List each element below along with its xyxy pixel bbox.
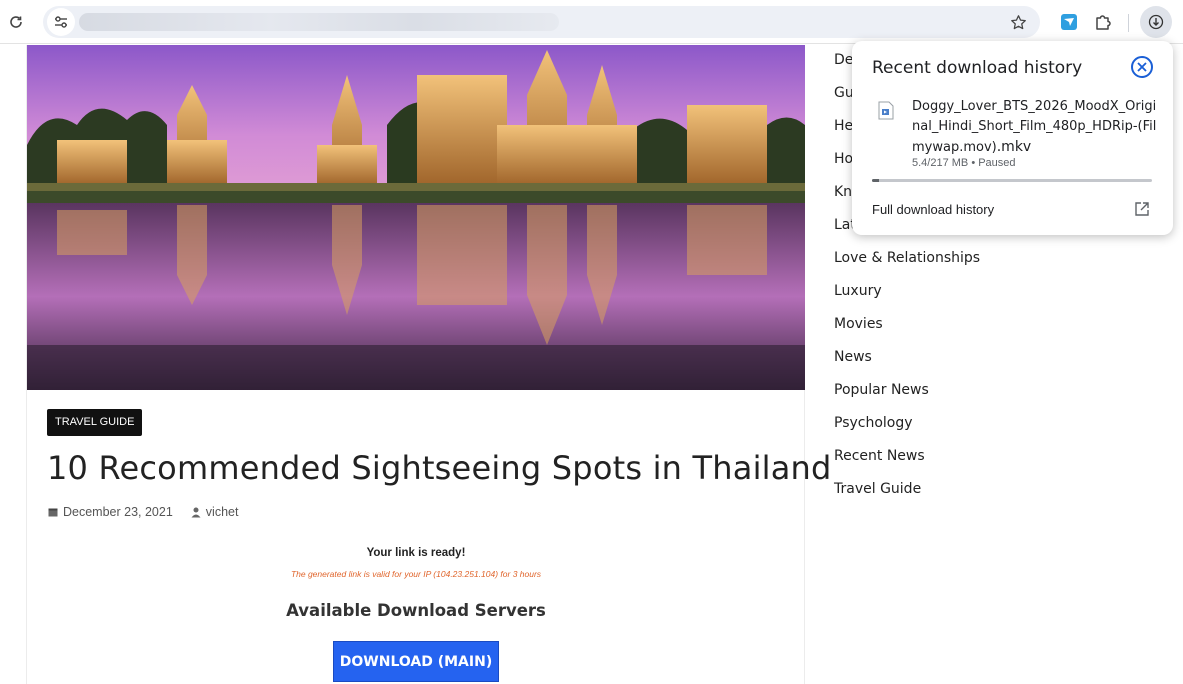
toolbar-separator — [1128, 14, 1129, 32]
file-icon — [878, 101, 894, 120]
post-meta: December 23, 2021 vichet — [48, 505, 238, 519]
post-author[interactable]: vichet — [206, 505, 239, 519]
download-bubble-title: Recent download history — [872, 58, 1083, 78]
post-date[interactable]: December 23, 2021 — [63, 505, 173, 519]
close-icon[interactable] — [1130, 55, 1154, 79]
download-status: 5.4/217 MB • Paused — [912, 157, 1016, 169]
extension-icon[interactable] — [1053, 6, 1085, 38]
download-progress-bar — [872, 179, 1152, 182]
sidebar-category-item[interactable]: De — [834, 52, 853, 68]
full-download-history-link[interactable]: Full download history — [872, 202, 994, 217]
sidebar-category-item[interactable]: Popular News — [834, 382, 929, 398]
address-bar[interactable] — [43, 6, 1040, 38]
category-tag[interactable]: TRAVEL GUIDE — [47, 409, 143, 436]
sidebar-category-item[interactable]: Luxury — [834, 283, 882, 299]
article: TRAVEL GUIDE 10 Recommended Sightseeing … — [26, 45, 831, 684]
sidebar-category-item[interactable]: Recent News — [834, 448, 925, 464]
sidebar-category-item[interactable]: Travel Guide — [834, 481, 921, 497]
sidebar-category-item[interactable]: Love & Relationships — [834, 250, 980, 266]
reload-icon[interactable] — [0, 6, 32, 38]
puzzle-icon[interactable] — [1087, 6, 1119, 38]
link-validity-text: The generated link is valid for your IP … — [290, 569, 542, 579]
link-ready-text: Your link is ready! — [366, 547, 466, 559]
sidebar-category-item[interactable]: Ho — [834, 151, 853, 167]
hero-image — [27, 45, 805, 390]
star-icon[interactable] — [1006, 10, 1030, 34]
download-file-name[interactable]: Doggy_Lover_BTS_2026_MoodX_Original_Hind… — [912, 97, 1157, 158]
sidebar-category-item[interactable]: Kn — [834, 184, 852, 200]
user-icon — [191, 507, 201, 517]
tune-icon[interactable] — [47, 8, 75, 36]
open-in-new-icon[interactable] — [1133, 200, 1151, 218]
download-file-extension: .mkv — [996, 139, 1032, 155]
download-bubble: Recent download history Doggy_Lover_BTS_… — [852, 41, 1173, 235]
download-icon[interactable] — [1140, 6, 1172, 38]
sidebar-category-item[interactable]: Gu — [834, 85, 854, 101]
download-main-button[interactable]: DOWNLOAD (MAIN) — [333, 641, 499, 682]
blurred-url — [79, 13, 559, 31]
calendar-icon — [48, 508, 58, 517]
sidebar-category-item[interactable]: News — [834, 349, 872, 365]
servers-heading: Available Download Servers — [286, 601, 546, 620]
browser-toolbar — [0, 0, 1183, 44]
page-title: 10 Recommended Sightseeing Spots in Thai… — [47, 449, 832, 487]
download-file-basename: Doggy_Lover_BTS_2026_MoodX_Original_Hind… — [912, 99, 1157, 155]
sidebar-category-item[interactable]: Movies — [834, 316, 883, 332]
sidebar-category-item[interactable]: Psychology — [834, 415, 913, 431]
sidebar-category-item[interactable]: He — [834, 118, 853, 134]
download-progress-fill — [872, 179, 879, 182]
